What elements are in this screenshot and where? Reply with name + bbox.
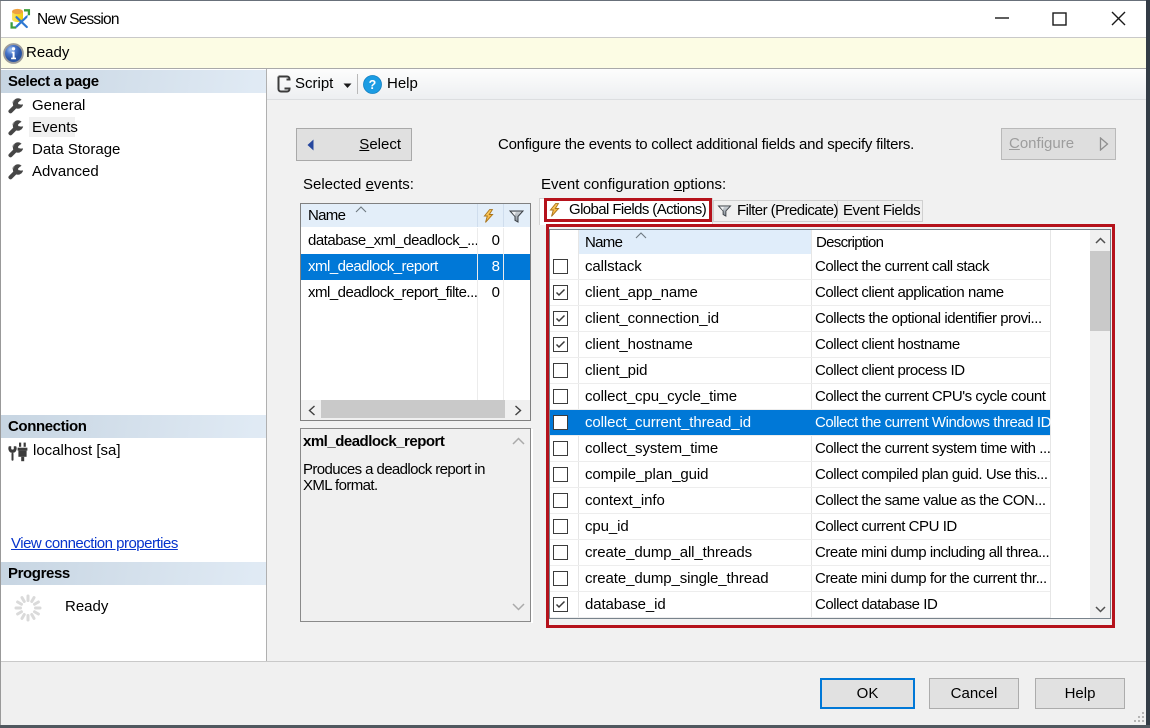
svg-text:?: ?: [369, 78, 377, 92]
